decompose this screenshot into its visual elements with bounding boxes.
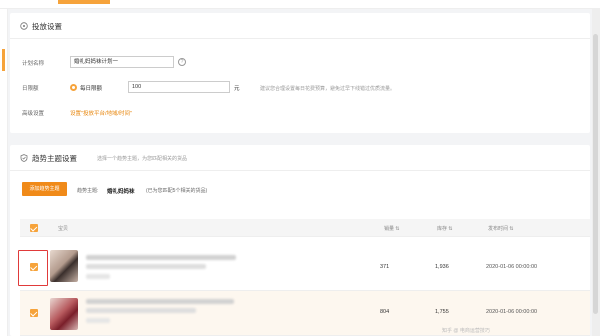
daily-budget-label: 日限额 [22, 86, 39, 92]
trend-theme-hint: 选择一个趋势主题，为您匹配相关的货品 [97, 156, 188, 162]
advanced-settings-link[interactable]: 设置"投放平台/地域/时间" [70, 109, 132, 117]
trend-theme-value: 婚礼妈妈袜 [107, 189, 135, 195]
product-table-header: 宝贝 销量 ⇅ 库存 ⇅ 发布时间 ⇅ [20, 219, 590, 237]
publish-time-value: 2020-01-06 00:00:00 [486, 264, 538, 270]
blurred-product-subtitle [86, 308, 196, 313]
select-trend-theme-button[interactable]: 添加趋势主题 [22, 182, 67, 196]
blurred-product-title [86, 255, 236, 260]
daily-budget-radio[interactable] [70, 84, 77, 91]
left-rail [0, 9, 8, 336]
scrollbar-thumb[interactable] [593, 34, 598, 314]
blurred-product-tag [86, 318, 110, 323]
publish-time-value: 2020-01-06 00:00:00 [486, 309, 538, 315]
column-header-stock[interactable]: 库存 ⇅ [437, 225, 453, 232]
left-rail-marker [2, 49, 5, 71]
annotation-highlight-box [18, 250, 48, 286]
budget-unit: 元 [234, 86, 240, 92]
top-bar [0, 0, 600, 9]
shield-icon [20, 154, 28, 162]
budget-tip: 建议您合理设置每日花费预算，避免过早下线错过优质流量。 [260, 86, 396, 92]
column-header-product: 宝贝 [58, 226, 69, 232]
table-row[interactable]: 804 1,755 2020-01-06 00:00:00 [20, 291, 590, 336]
watermark: 知乎 @ 电商运营技巧 [442, 328, 490, 334]
sales-value: 371 [380, 264, 390, 270]
product-thumbnail [50, 298, 78, 330]
plan-name-label: 计划名称 [22, 61, 45, 67]
delivery-settings-header: 投放设置 [10, 13, 590, 39]
stock-value: 1,755 [435, 309, 449, 315]
page-scrollbar[interactable] [592, 9, 600, 336]
select-all-checkbox[interactable] [30, 224, 38, 232]
column-header-publish-time[interactable]: 发布时间 ⇅ [488, 225, 514, 232]
active-tab-indicator [58, 0, 110, 4]
delivery-settings-title: 投放设置 [32, 22, 62, 31]
advanced-settings-label: 高级设置 [22, 111, 45, 117]
daily-budget-radio-label[interactable]: 每日限额 [80, 84, 102, 92]
budget-input[interactable]: 100 [128, 81, 230, 93]
blurred-product-title [86, 299, 234, 304]
table-row[interactable]: 371 1,936 2020-01-06 00:00:00 [20, 243, 590, 291]
row-checkbox[interactable] [30, 309, 38, 317]
trend-theme-title: 趋势主题设置 [32, 154, 77, 163]
trend-theme-label: 趋势主题: [77, 188, 99, 194]
sales-value: 804 [380, 309, 390, 315]
help-icon[interactable]: ? [178, 58, 186, 66]
trend-theme-header: 趋势主题设置 选择一个趋势主题，为您匹配相关的货品 [10, 145, 590, 171]
blurred-product-tag [86, 274, 110, 279]
column-header-sales[interactable]: 销量 ⇅ [384, 225, 400, 232]
blurred-product-subtitle [86, 264, 206, 269]
trend-theme-note: (已为您匹配5个相关的货品) [146, 188, 208, 194]
stock-value: 1,936 [435, 264, 449, 270]
plan-name-input[interactable]: 婚礼妈妈袜计划一 [70, 56, 174, 68]
settings-circle-icon [20, 22, 28, 30]
product-thumbnail [50, 250, 78, 282]
